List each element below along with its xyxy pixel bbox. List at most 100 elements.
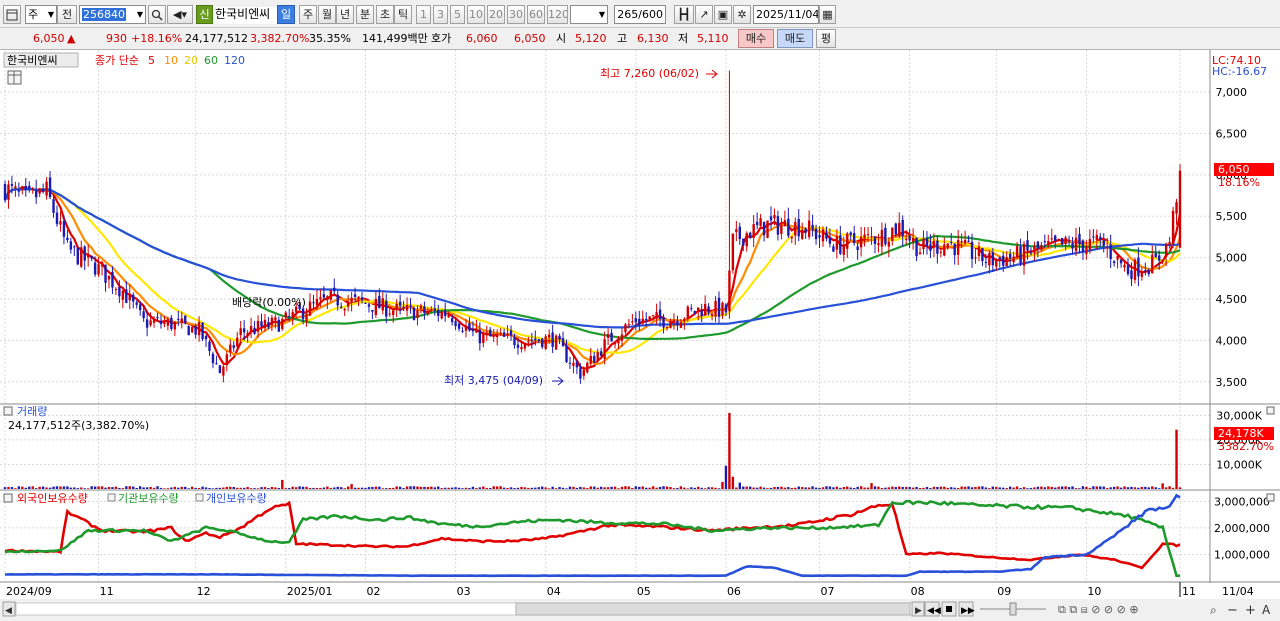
candle <box>308 301 312 316</box>
interval-button-3[interactable]: 3 <box>433 5 448 24</box>
candle <box>138 304 142 311</box>
high-value: 6,130 <box>637 32 669 45</box>
volume-bar <box>1064 486 1067 489</box>
chart-area[interactable]: 3,5004,0004,5005,0005,5006,0006,5007,000… <box>0 50 1280 621</box>
zoom-search-icon[interactable]: ⌕ <box>1210 603 1217 617</box>
stock-code-input[interactable]: 256840 ▼ <box>79 5 146 24</box>
volume-bar <box>1060 486 1064 489</box>
sell-button[interactable]: 매도 <box>777 29 813 48</box>
candle <box>1019 246 1022 264</box>
candle <box>638 318 641 325</box>
candle <box>41 188 45 192</box>
calendar-icon[interactable]: ▦ <box>819 5 836 24</box>
volume-bar <box>839 487 842 489</box>
volume-bar <box>90 486 93 489</box>
interval-button-60[interactable]: 60 <box>527 5 545 24</box>
volume-bar <box>963 486 967 489</box>
date-input[interactable]: 2025/11/04 <box>753 5 819 24</box>
legend-toggle-icon[interactable] <box>195 493 204 502</box>
market-type-select[interactable]: 주 ▼ <box>25 5 57 24</box>
volume-bar <box>111 487 114 489</box>
period-tab-1[interactable]: 주 <box>299 5 317 24</box>
candle <box>735 229 738 233</box>
volume-bar <box>752 487 755 489</box>
period-tab-4[interactable]: 분 <box>356 5 374 24</box>
panel-menu-icon[interactable] <box>3 406 13 416</box>
scroll-thumb[interactable] <box>515 602 911 616</box>
volume-bar <box>1095 486 1099 489</box>
sound-icon[interactable]: ◀▾ <box>167 5 193 24</box>
candle <box>953 243 956 256</box>
volume-bar <box>1119 487 1123 489</box>
candle <box>700 310 703 317</box>
search-icon[interactable] <box>148 5 166 24</box>
auto-scale-icon[interactable]: A <box>1262 603 1271 617</box>
candle <box>1112 261 1116 264</box>
volume-bar <box>426 486 430 489</box>
volume-bar <box>846 486 849 489</box>
panel-close-icon[interactable] <box>1266 406 1275 415</box>
period-tab-3[interactable]: 년 <box>336 5 354 24</box>
layout-icon[interactable] <box>3 5 21 24</box>
count-input[interactable]: 265/600 <box>614 5 666 24</box>
candle <box>728 270 731 312</box>
candle <box>669 322 672 329</box>
interval-button-5[interactable]: 5 <box>450 5 465 24</box>
eval-button[interactable]: 평 <box>816 29 836 48</box>
volume-bar <box>690 487 693 489</box>
volume-bar <box>41 486 45 489</box>
candle <box>634 318 638 323</box>
zoom-out-icon[interactable]: − <box>1227 603 1238 618</box>
volume-bar <box>142 487 145 489</box>
panel-menu-icon[interactable] <box>3 493 13 503</box>
volume-bar <box>960 486 963 489</box>
period-tab-6[interactable]: 틱 <box>394 5 412 24</box>
volume-bar <box>360 487 364 489</box>
stock-name[interactable]: 한국비엔씨 <box>215 7 277 24</box>
candle <box>76 248 79 265</box>
candle <box>863 234 866 239</box>
candle <box>821 229 825 242</box>
interval-button-30[interactable]: 30 <box>507 5 525 24</box>
interval-button-1[interactable]: 1 <box>416 5 431 24</box>
interval-button-10[interactable]: 10 <box>467 5 485 24</box>
volume-bar <box>901 486 904 489</box>
zoom-in-icon[interactable]: + <box>1245 603 1256 618</box>
candle <box>159 320 163 325</box>
interval-custom-select[interactable]: ▼ <box>570 5 608 24</box>
period-tab-2[interactable]: 월 <box>318 5 336 24</box>
candle <box>593 355 596 363</box>
candle <box>1005 257 1008 267</box>
candle <box>610 332 613 342</box>
buy-button[interactable]: 매수 <box>738 29 774 48</box>
candle <box>565 345 568 363</box>
candle <box>322 294 326 298</box>
draw-tool-icon[interactable]: ↗ <box>695 5 713 24</box>
zoom-slider-handle[interactable] <box>1009 602 1017 616</box>
volume-bar <box>565 488 568 489</box>
save-icon[interactable]: ▣ <box>714 5 732 24</box>
prev-button[interactable]: 전 <box>57 5 77 24</box>
candle <box>1126 265 1130 274</box>
candle <box>194 325 197 335</box>
volume-bar <box>728 412 731 489</box>
period-tab-0[interactable]: 일 <box>277 5 295 24</box>
volume-bar <box>14 488 17 489</box>
candle <box>527 341 530 343</box>
period-tab-5[interactable]: 초 <box>376 5 394 24</box>
candle <box>1099 236 1102 239</box>
candle-type-icon[interactable]: ┣┫ <box>674 5 694 24</box>
interval-button-120[interactable]: 120 <box>547 5 568 24</box>
volume-bar <box>593 486 596 489</box>
volume-bar <box>333 487 336 489</box>
candle <box>589 355 592 364</box>
candle <box>426 312 430 314</box>
tool-icons[interactable]: ⧉ ⧉ ⧈ ⊘ ⊘ ⊘ ⊕ <box>1058 603 1139 616</box>
date-tick-label: 12 <box>197 585 211 598</box>
legend-toggle-icon[interactable] <box>107 493 116 502</box>
panel-close-icon[interactable] <box>1266 493 1275 502</box>
volume-bar <box>645 487 648 489</box>
interval-button-20[interactable]: 20 <box>487 5 505 24</box>
volume-bar <box>1116 486 1119 489</box>
gear-icon[interactable]: ✲ <box>733 5 751 24</box>
